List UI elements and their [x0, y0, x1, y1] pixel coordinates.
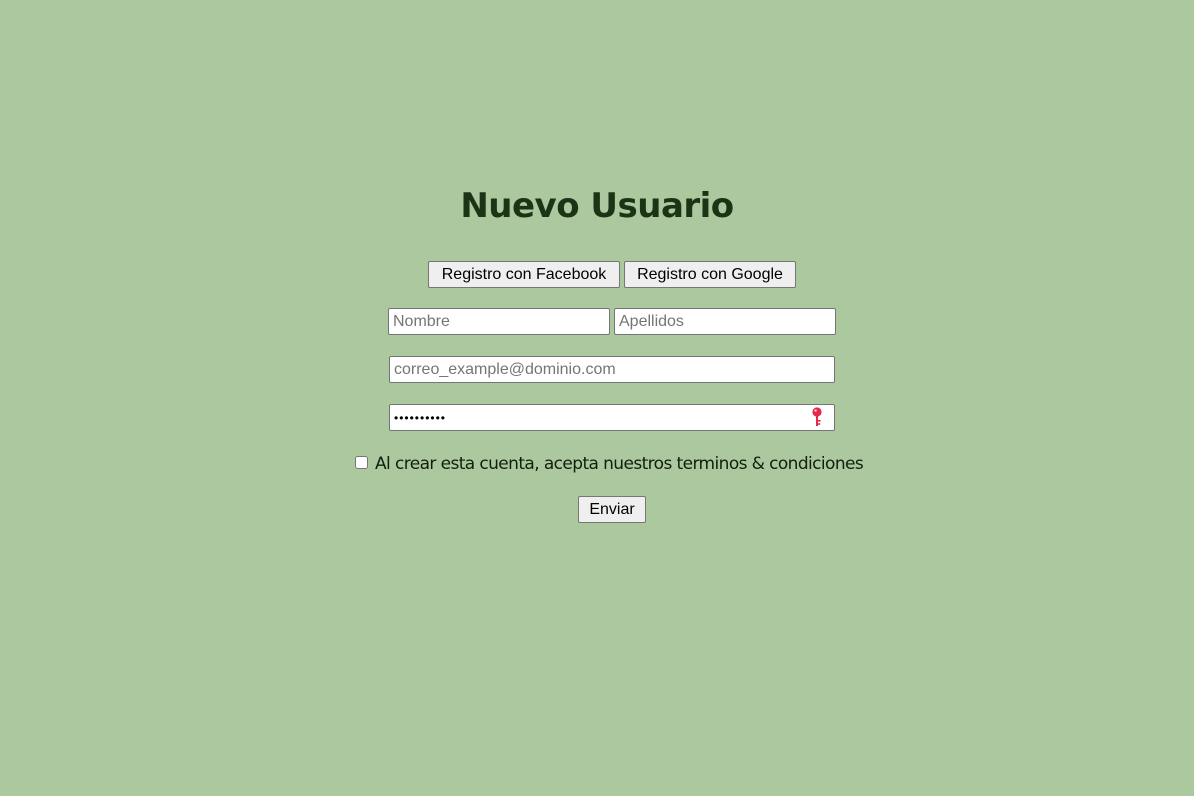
email-input[interactable] [389, 356, 835, 383]
page-title: Nuevo Usuario [460, 186, 734, 226]
password-input[interactable] [389, 404, 835, 431]
terms-row: Al crear esta cuenta, acepta nuestros te… [354, 452, 864, 476]
terms-label: Al crear esta cuenta, acepta nuestros te… [375, 454, 864, 474]
last-name-input[interactable] [614, 308, 836, 335]
terms-checkbox[interactable] [355, 455, 368, 469]
key-icon[interactable] [809, 406, 825, 428]
google-register-button[interactable]: Registro con Google [624, 261, 796, 288]
first-name-input[interactable] [388, 308, 610, 335]
submit-button[interactable]: Enviar [578, 496, 646, 523]
facebook-register-button[interactable]: Registro con Facebook [428, 261, 620, 288]
